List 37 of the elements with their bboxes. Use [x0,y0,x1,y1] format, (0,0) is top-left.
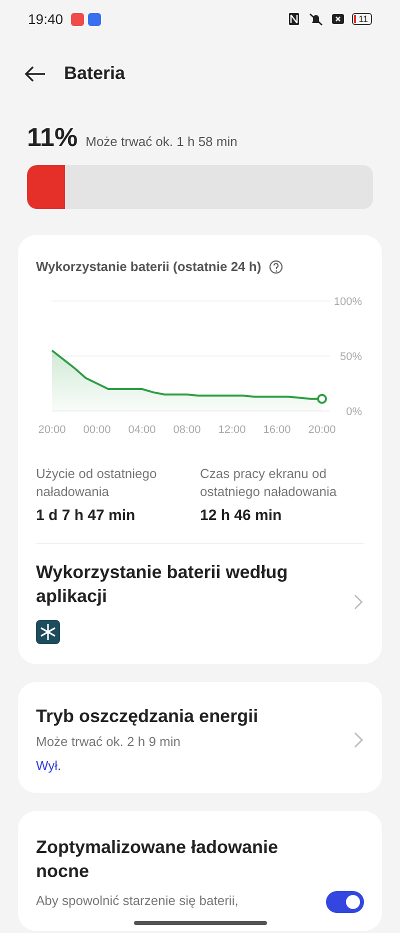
snowflake-app-icon [36,620,60,644]
battery-icon: 11 [352,13,372,25]
help-icon[interactable] [269,260,284,274]
page-title: Bateria [64,63,126,85]
current-point [317,393,327,404]
stat-label: Czas pracy ekranu od ostatniego naładowania [200,464,338,500]
night-charging-description: Aby spowolnić starzenie się baterii, [36,892,240,910]
y-tick-label: 0% [346,406,362,418]
app-usage-row[interactable]: Wykorzystanie baterii według aplikacji [36,560,364,644]
power-saving-subtitle: Może trwać ok. 2 h 9 min [36,733,182,751]
x-tick-label: 20:00 [38,424,66,434]
x-tick-label: 20:00 [308,424,336,434]
x-tick-label: 00:00 [83,424,111,434]
chart-title: Wykorzystanie baterii (ostatnie 24 h) [36,258,262,276]
battery-percent: 11% [27,121,78,154]
x-tick-label: 08:00 [173,424,201,434]
chevron-icon [354,594,364,610]
status-time: 19:40 [28,10,64,28]
nfc-icon [288,12,300,26]
no-sim-icon [332,12,344,26]
power-saving-title: Tryb oszczędzania energii [36,705,260,728]
night-charging-title: Zoptymalizowane ładowanie nocne [36,836,280,883]
stat-value: 1 d 7 h 47 min [36,506,136,526]
x-tick-label: 16:00 [263,424,291,434]
x-tick-label: 12:00 [218,424,246,434]
battery-estimate: Może trwać ok. 1 h 58 min [86,133,238,151]
x-tick-label: 04:00 [128,424,156,434]
y-tick-label: 100% [334,296,362,308]
mute-icon [308,12,324,26]
power-saving-card[interactable]: Tryb oszczędzania energii Może trwać ok. 2 h 9 min Wył. [18,682,382,793]
power-saving-status: Wył. [36,756,62,775]
toggle-switch[interactable] [326,891,364,913]
chevron-icon [354,732,364,748]
app-usage-title: Wykorzystanie baterii według aplikacji [36,561,289,608]
stat-label: Użycie od ostatniego naładowania [36,464,158,500]
stat-value: 12 h 46 min [200,506,283,526]
y-tick-label: 50% [340,350,362,362]
